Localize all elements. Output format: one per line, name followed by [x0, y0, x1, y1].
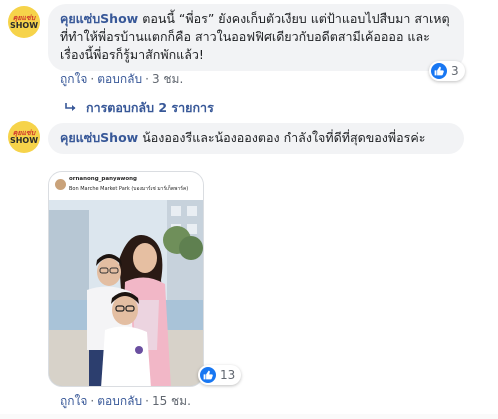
comment-timestamp[interactable]: 15 ชม.	[152, 394, 191, 408]
comment-text: น้องอองรีและน้องอองตอง กำลังใจที่ดีที่สุ…	[142, 130, 426, 145]
separator-dot: ·	[145, 72, 149, 86]
next-comment-edge	[0, 414, 498, 419]
comment-author[interactable]: คุยแซ่บShow	[60, 11, 138, 26]
avatar[interactable]: คุยแซ่บ SHOW	[8, 6, 40, 38]
avatar[interactable]: คุยแซ่บ SHOW	[8, 121, 40, 153]
reply-link[interactable]: ตอบกลับ	[97, 394, 142, 408]
comment-bubble: คุยแซ่บShow ตอนนี้ “พี่อร” ยังคงเก็บตัวเง…	[48, 4, 464, 71]
like-icon	[200, 367, 216, 383]
reaction-summary[interactable]: 3	[429, 61, 465, 81]
comment-author[interactable]: คุยแซ่บShow	[60, 130, 138, 145]
like-link[interactable]: ถูกใจ	[60, 72, 87, 86]
like-link[interactable]: ถูกใจ	[60, 394, 87, 408]
comment-actions: ถูกใจ · ตอบกลับ · 15 ชม.	[60, 392, 191, 411]
family-photo-image	[49, 200, 203, 386]
photo-header: ornanong_panyawong Bon Marche Market Par…	[49, 172, 203, 200]
reaction-count: 13	[220, 368, 236, 382]
reaction-count: 3	[451, 64, 459, 78]
replies-link-label: การตอบกลับ 2 รายการ	[86, 100, 214, 115]
separator-dot: ·	[145, 394, 149, 408]
avatar-logo-line2: SHOW	[9, 20, 39, 30]
photo-user-avatar	[55, 179, 66, 190]
reply-link[interactable]: ตอบกลับ	[97, 72, 142, 86]
comment-photo[interactable]: ornanong_panyawong Bon Marche Market Par…	[48, 171, 204, 387]
separator-dot: ·	[90, 72, 95, 86]
separator-dot: ·	[90, 394, 95, 408]
reply-arrow-icon	[65, 103, 76, 111]
photo-location: Bon Marche Market Park (บองมาร์เช่ มาร์เ…	[69, 186, 189, 192]
avatar-logo-line2: SHOW	[9, 135, 39, 145]
photo-username: ornanong_panyawong	[69, 176, 137, 182]
comment-bubble: คุยแซ่บShow น้องอองรีและน้องอองตอง กำลังใ…	[48, 123, 464, 154]
comment-actions: ถูกใจ · ตอบกลับ · 3 ชม.	[60, 70, 183, 89]
view-replies-link[interactable]: การตอบกลับ 2 รายการ	[64, 98, 214, 118]
comment-timestamp[interactable]: 3 ชม.	[152, 72, 183, 86]
reaction-summary[interactable]: 13	[198, 365, 242, 385]
like-icon	[431, 63, 447, 79]
